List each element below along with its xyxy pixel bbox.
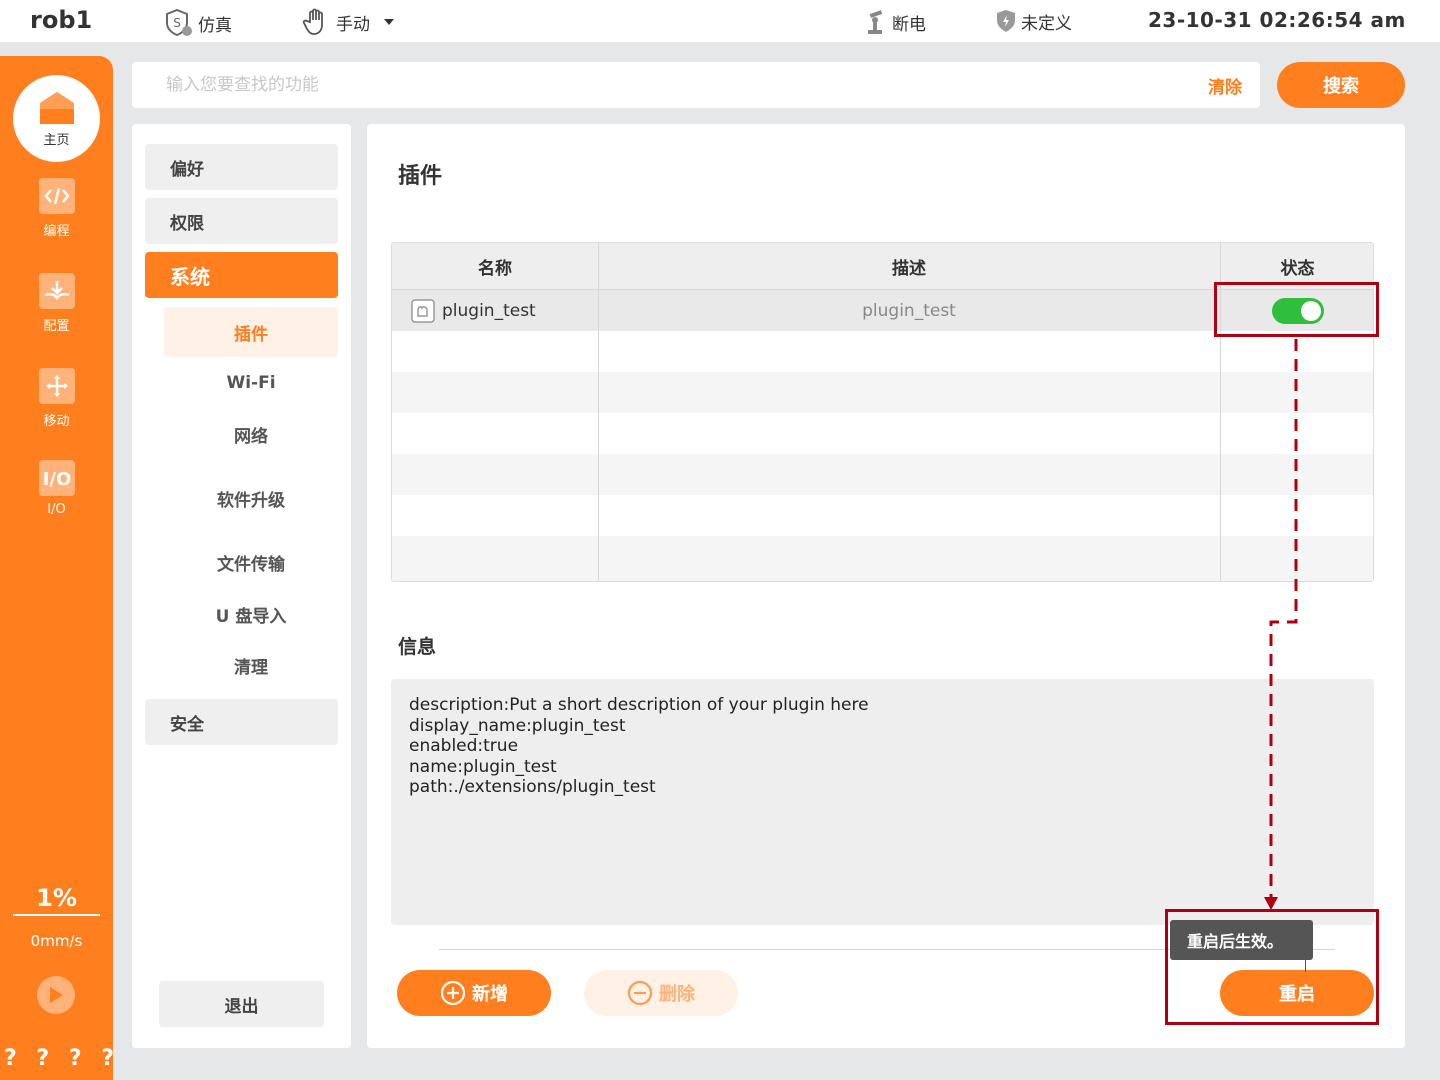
download-book-icon <box>38 273 75 309</box>
clear-button[interactable]: 清除 <box>1208 73 1242 98</box>
code-icon <box>38 178 75 214</box>
nav-move-label: 移动 <box>43 414 70 429</box>
logout-button[interactable]: 退出 <box>159 981 324 1027</box>
robot-name: rob1 <box>30 6 93 34</box>
home-label: 主页 <box>43 133 70 148</box>
column-header-description[interactable]: 描述 <box>598 243 1220 290</box>
simulation-icon: S <box>166 8 192 37</box>
toggle-highlight-box <box>1214 282 1379 337</box>
home-button[interactable]: 主页 <box>13 75 100 162</box>
simulation-toggle[interactable]: S 仿真 <box>162 8 232 38</box>
menu-item-preferences[interactable]: 偏好 <box>145 144 338 190</box>
svg-text:S: S <box>173 16 181 30</box>
nav-move[interactable]: 移动 <box>0 368 113 429</box>
power-label: 断电 <box>892 14 926 35</box>
info-line: display_name:plugin_test <box>409 715 626 736</box>
status-marks: ? ? ? ? <box>4 1046 114 1071</box>
status-mark: ? <box>101 1046 114 1071</box>
submenu-item-software-upgrade[interactable]: 软件升级 <box>164 473 338 523</box>
table-row <box>392 372 1373 413</box>
plus-circle-icon <box>440 980 466 1006</box>
mode-label: 手动 <box>336 14 370 35</box>
search-bar: 清除 <box>132 62 1260 108</box>
safety-label: 未定义 <box>1021 13 1072 34</box>
status-mark: ? <box>68 1046 82 1071</box>
search-input[interactable] <box>132 62 1182 108</box>
speed-percent[interactable]: 1% <box>0 884 113 912</box>
submenu-item-wifi[interactable]: Wi-Fi <box>164 358 338 408</box>
nav-config[interactable]: 配置 <box>0 273 113 334</box>
info-line: name:plugin_test <box>409 756 557 777</box>
table-row <box>392 495 1373 536</box>
info-line: path:./extensions/plugin_test <box>409 777 656 797</box>
table-row <box>392 536 1373 581</box>
nav-programming-label: 编程 <box>43 224 70 239</box>
column-divider <box>598 243 599 581</box>
menu-item-system[interactable]: 系统 <box>145 252 338 298</box>
page-title: 插件 <box>398 164 443 189</box>
search-button[interactable]: 搜索 <box>1277 62 1405 108</box>
nav-io-label: I/O <box>47 502 66 517</box>
minus-circle-icon <box>627 980 653 1006</box>
speed-divider <box>13 914 100 916</box>
svg-text:I/O: I/O <box>42 469 71 490</box>
delete-button[interactable]: 删除 <box>584 970 738 1016</box>
settings-menu: 偏好 权限 系统 插件 Wi-Fi 网络 软件升级 文件传输 U 盘导入 清理 … <box>132 124 351 1048</box>
nav-config-label: 配置 <box>43 319 70 334</box>
chevron-down-icon <box>384 19 394 25</box>
nav-io[interactable]: I/O I/O <box>0 460 113 517</box>
home-icon <box>39 92 74 124</box>
hand-icon <box>302 8 323 35</box>
restart-highlight-box <box>1165 909 1379 1025</box>
speed-mm: 0mm/s <box>30 932 83 950</box>
move-arrows-icon <box>38 368 75 404</box>
shield-icon <box>997 10 1015 32</box>
submenu-item-network[interactable]: 网络 <box>164 409 338 459</box>
left-nav: 主页 编程 配置 移动 I/O I/O 1% 0mm/s ? ? ? ? <box>0 56 114 1080</box>
delete-label: 删除 <box>659 984 695 1005</box>
info-box: description:Put a short description of y… <box>391 679 1374 925</box>
datetime: 23-10-31 02:26:54 am <box>1148 8 1406 32</box>
nav-programming[interactable]: 编程 <box>0 178 113 239</box>
menu-item-permissions[interactable]: 权限 <box>145 198 338 244</box>
submenu-item-cleanup[interactable]: 清理 <box>164 640 338 690</box>
table-row <box>392 331 1373 372</box>
simulation-label: 仿真 <box>198 15 232 36</box>
submenu-item-plugins[interactable]: 插件 <box>164 307 338 357</box>
submenu-item-usb-import[interactable]: U 盘导入 <box>164 589 338 639</box>
submenu-item-file-transfer[interactable]: 文件传输 <box>164 537 338 587</box>
table-row <box>392 454 1373 495</box>
table-row <box>392 413 1373 454</box>
power-status[interactable]: 断电 <box>864 8 926 36</box>
play-icon <box>50 987 63 1003</box>
play-button[interactable] <box>37 976 75 1014</box>
plugin-icon <box>411 298 435 323</box>
column-header-name[interactable]: 名称 <box>392 243 598 290</box>
io-icon: I/O <box>38 460 75 496</box>
plugin-name-cell: plugin_test <box>410 290 536 331</box>
info-title: 信息 <box>398 636 437 658</box>
status-mark: ? <box>4 1046 17 1071</box>
info-line: description:Put a short description of y… <box>409 695 869 715</box>
safety-status[interactable]: 未定义 <box>995 8 1072 34</box>
plugin-description: plugin_test <box>862 300 956 321</box>
add-label: 新增 <box>472 984 508 1005</box>
info-line: enabled:true <box>409 736 519 756</box>
mode-dropdown[interactable]: 手动 <box>302 8 406 36</box>
top-bar: rob1 S 仿真 手动 断电 未定义 23-10-31 02:26:54 am <box>0 0 1440 42</box>
add-button[interactable]: 新增 <box>397 970 551 1016</box>
status-mark: ? <box>36 1046 50 1071</box>
menu-item-safety[interactable]: 安全 <box>145 699 338 745</box>
plugin-name: plugin_test <box>442 300 536 321</box>
robot-arm-icon <box>868 10 883 34</box>
